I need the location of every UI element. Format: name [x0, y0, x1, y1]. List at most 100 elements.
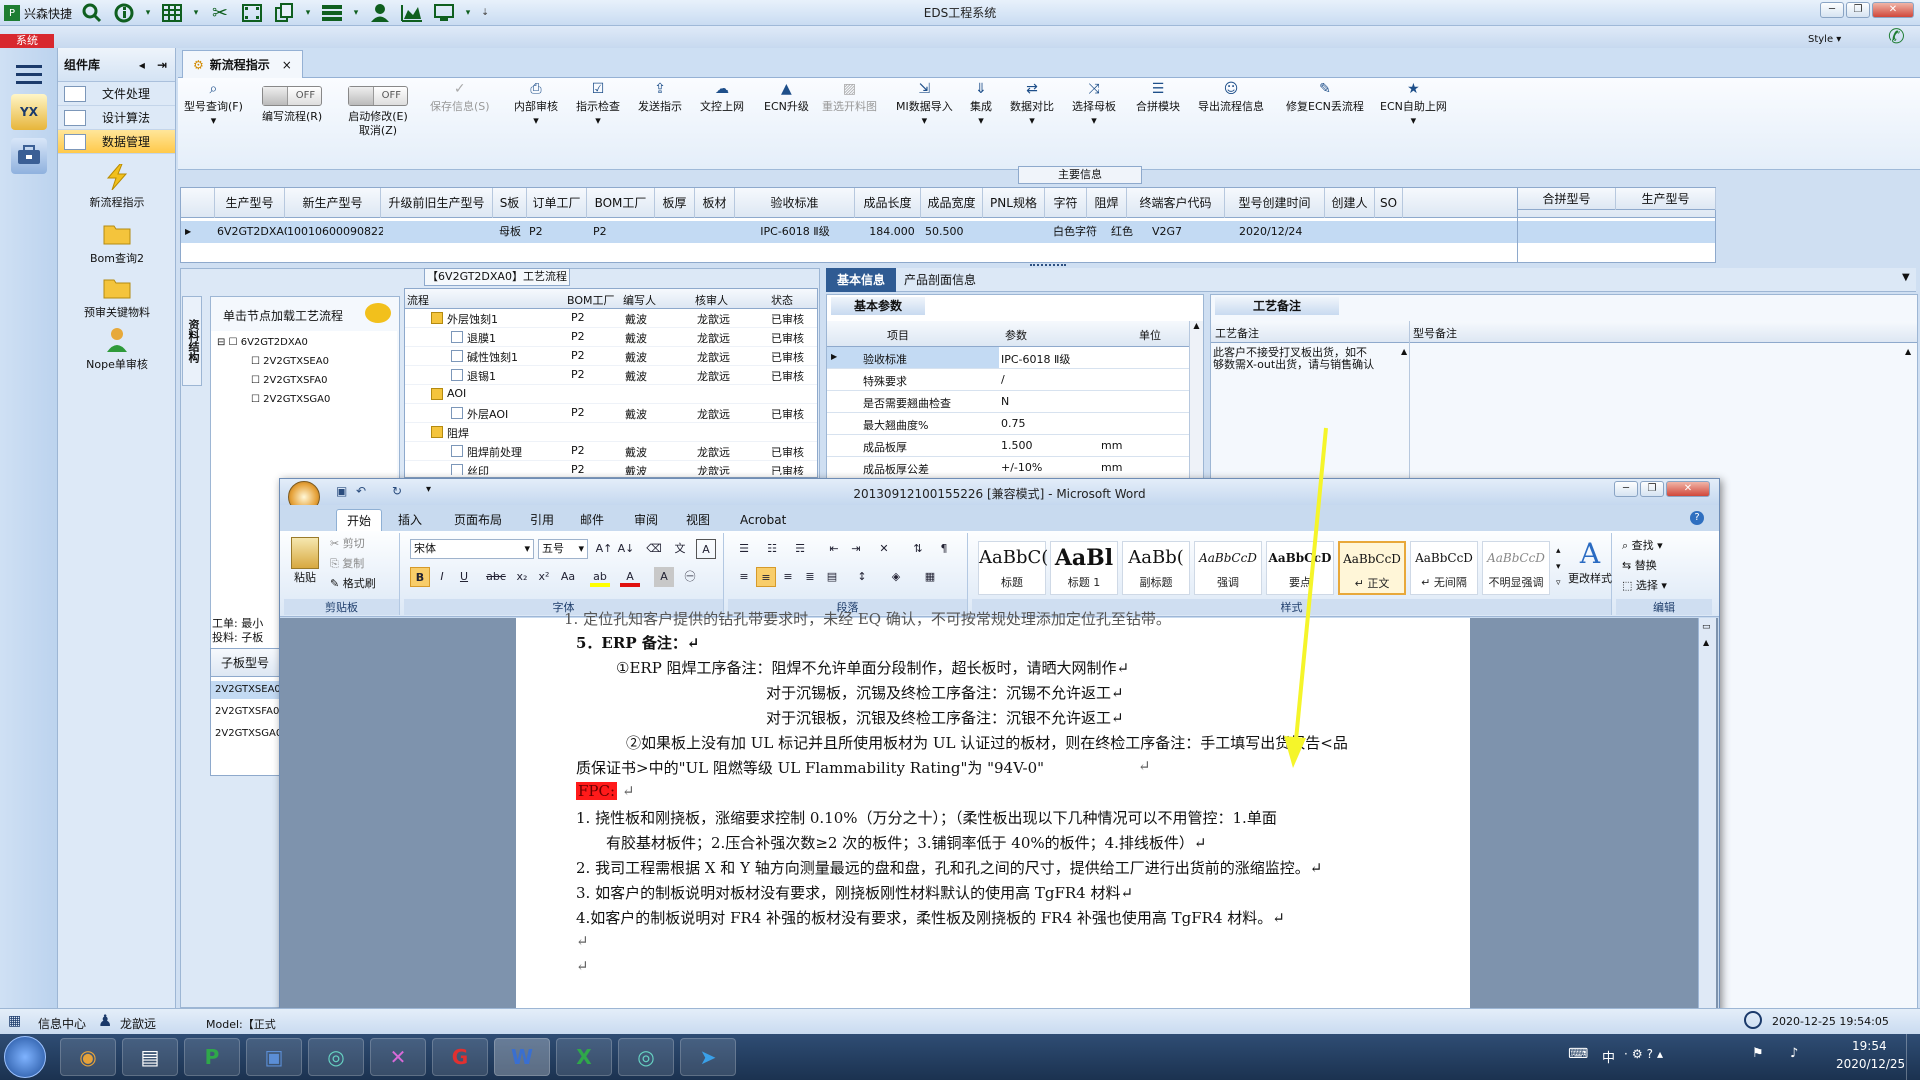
taskbar-word-icon[interactable]: W — [494, 1038, 550, 1076]
numbering-icon[interactable]: ☷ — [762, 539, 782, 559]
taskbar-notepad-icon[interactable]: ▤ — [122, 1038, 178, 1076]
tree-node-root[interactable]: ⊟ ☐ 6V2GT2DXA0 — [217, 337, 308, 348]
chevron-left-icon[interactable]: ◂ — [139, 58, 145, 72]
column-header[interactable]: 编写人 — [623, 292, 656, 308]
line-spacing-icon[interactable]: ↕ — [852, 567, 872, 587]
grow-font-icon[interactable]: A↑ — [594, 539, 614, 559]
table-row[interactable]: 2V2GTXSEA0 — [211, 681, 281, 699]
style-strong[interactable]: AaBbCcD 要点 — [1266, 541, 1334, 595]
column-header[interactable]: PNL规格 — [983, 188, 1045, 218]
column-header[interactable]: 型号创建时间 — [1225, 188, 1325, 218]
column-header[interactable]: SO — [1375, 188, 1403, 218]
word-restore-button[interactable]: ❐ — [1640, 481, 1664, 497]
user-icon[interactable] — [368, 2, 392, 24]
char-shading-icon[interactable]: A — [654, 567, 674, 587]
clear-format-icon[interactable]: ⌫ — [644, 539, 664, 559]
column-header[interactable]: BOM工厂 — [587, 188, 655, 218]
column-header[interactable]: 流程 — [407, 292, 429, 308]
off-switch[interactable]: OFF — [262, 86, 323, 106]
reselect-cutting-button[interactable]: ▨ 重选开料图 — [822, 82, 877, 114]
table-cell[interactable]: +/-10% — [1001, 461, 1042, 474]
column-header[interactable]: 字符 — [1045, 188, 1087, 218]
column-header[interactable]: S板 — [493, 188, 527, 218]
table-row[interactable]: 阻焊前处理 P2 戴波 龙歆远 已审核 — [405, 442, 817, 461]
tab-system[interactable]: 系统 — [0, 34, 54, 48]
toolbox-icon[interactable] — [11, 138, 47, 174]
taskbar-send-icon[interactable]: ➤ — [680, 1038, 736, 1076]
dropdown-icon[interactable]: ▾ — [352, 2, 360, 24]
style-normal[interactable]: AaBbCcD ↵ 正文 — [1338, 541, 1406, 595]
ecn-upgrade-button[interactable]: ▲ ECN升级 — [764, 82, 809, 114]
start-edit-toggle[interactable]: OFF 启动修改(E) 取消(Z) — [348, 82, 408, 138]
repair-ecn-button[interactable]: ✎ 修复ECN丢流程 — [1286, 82, 1364, 114]
tab-review[interactable]: 审阅 — [624, 509, 668, 531]
bold-icon[interactable]: B — [410, 567, 430, 587]
ruler-toggle-icon[interactable]: ▭ — [1702, 622, 1711, 632]
doc-online-button[interactable]: ☁ 文控上网 — [700, 82, 744, 114]
column-header[interactable]: 成品长度 — [855, 188, 921, 218]
dropdown-icon[interactable]: ▾ — [304, 2, 312, 24]
tab-view[interactable]: 视图 — [676, 509, 720, 531]
bullets-icon[interactable]: ☰ — [734, 539, 754, 559]
style-subtle-emphasis[interactable]: AaBbCcD 不明显强调 — [1482, 541, 1550, 595]
table-row[interactable]: ▶ 验收标准 IPC-6018 Ⅱ级 — [827, 347, 1189, 369]
table-row[interactable]: ▶ 6V2GT2DXA0 10010600090822 母板 P2 P2 IPC… — [181, 221, 1715, 243]
clock-date[interactable]: 2020/12/25 — [1836, 1057, 1905, 1071]
select-button[interactable]: ⬚ 选择 ▾ — [1622, 577, 1667, 593]
table-row[interactable]: 2V2GTXSFA0 — [211, 703, 279, 721]
sort-icon[interactable]: ⇅ — [908, 539, 928, 559]
distribute-icon[interactable]: ▤ — [822, 567, 842, 587]
column-header[interactable]: 板厚 — [655, 188, 695, 218]
style-no-spacing[interactable]: AaBbCcD ↵ 无间隔 — [1410, 541, 1478, 595]
clock-time[interactable]: 19:54 — [1852, 1039, 1887, 1053]
save-info-button[interactable]: ✓ 保存信息(S) — [430, 82, 490, 114]
underline-icon[interactable]: U — [454, 567, 474, 587]
mi-import-button[interactable]: ⇲ MI数据导入 ▾ — [896, 82, 953, 128]
start-button[interactable] — [4, 1036, 46, 1078]
multilevel-icon[interactable]: ☴ — [790, 539, 810, 559]
menu-item-algorithm[interactable]: 设计算法 — [58, 106, 175, 130]
column-header[interactable]: 新生产型号 — [285, 188, 381, 218]
customize-icon[interactable]: ⇣ — [480, 2, 490, 24]
taskbar-eye-icon[interactable]: ◎ — [308, 1038, 364, 1076]
borders-icon[interactable]: ▦ — [920, 567, 940, 587]
table-row[interactable]: 特殊要求 / — [827, 369, 1189, 391]
table-row[interactable]: 外层蚀刻1 P2 戴波 龙歆远 已审核 — [405, 309, 817, 328]
change-styles-button[interactable]: A 更改样式 — [1568, 537, 1612, 586]
table-row[interactable]: 碱性蚀刻1 P2 戴波 龙歆远 已审核 — [405, 347, 817, 366]
export-process-button[interactable]: ☺ 导出流程信息 — [1198, 82, 1264, 114]
dropdown-icon[interactable]: ▾ — [192, 2, 200, 24]
restore-button[interactable]: ❐ — [1846, 2, 1870, 18]
taskbar-eds-icon[interactable]: P — [184, 1038, 240, 1076]
film-icon[interactable] — [240, 2, 264, 24]
close-button[interactable]: ✕ — [1872, 2, 1914, 18]
strikethrough-icon[interactable]: abc — [486, 567, 506, 587]
find-button[interactable]: ⌕ 查找 ▾ — [1622, 537, 1663, 553]
superscript-icon[interactable]: x² — [534, 567, 554, 587]
column-header[interactable]: 型号备注 — [1413, 325, 1457, 341]
table-row[interactable]: 成品板厚 1.500 mm — [827, 435, 1189, 457]
table-row[interactable]: 外层AOI P2 戴波 龙歆远 已审核 — [405, 404, 817, 423]
table-row[interactable]: 丝印 P2 戴波 龙歆远 已审核 — [405, 461, 817, 475]
column-header[interactable]: 生产型号 — [1616, 188, 1716, 210]
table-cell[interactable]: 0.75 — [1001, 417, 1026, 430]
table-icon[interactable] — [160, 2, 184, 24]
tree-node[interactable]: ☐ 2V2GTXSFA0 — [251, 375, 327, 386]
search-icon[interactable] — [80, 2, 104, 24]
minimize-button[interactable]: ─ — [1820, 2, 1844, 18]
taskbar-eye2-icon[interactable]: ◎ — [618, 1038, 674, 1076]
dropdown-icon[interactable]: ▾ — [464, 2, 472, 24]
ime-indicator[interactable]: 中 — [1602, 1047, 1615, 1066]
scroll-up-icon[interactable]: ▲ — [1703, 638, 1709, 647]
bom-query-button[interactable]: Bom查询2 — [58, 220, 176, 266]
font-color-icon[interactable]: A — [620, 567, 640, 587]
table-row[interactable]: 成品板厚公差 +/-10% mm — [827, 457, 1189, 479]
vertical-scrollbar[interactable]: ▲ — [1189, 321, 1203, 493]
ecn-self-online-button[interactable]: ★ ECN自助上网 ▾ — [1380, 82, 1447, 128]
taskbar-explorer-icon[interactable]: ◉ — [60, 1038, 116, 1076]
taskbar-tool-icon[interactable]: ✕ — [370, 1038, 426, 1076]
integrate-button[interactable]: ⇓ 集成 ▾ — [970, 82, 992, 128]
format-painter-button[interactable]: ✎ 格式刷 — [330, 575, 376, 591]
column-header[interactable]: 升级前旧生产型号 — [381, 188, 493, 218]
column-header[interactable]: 订单工厂 — [527, 188, 587, 218]
